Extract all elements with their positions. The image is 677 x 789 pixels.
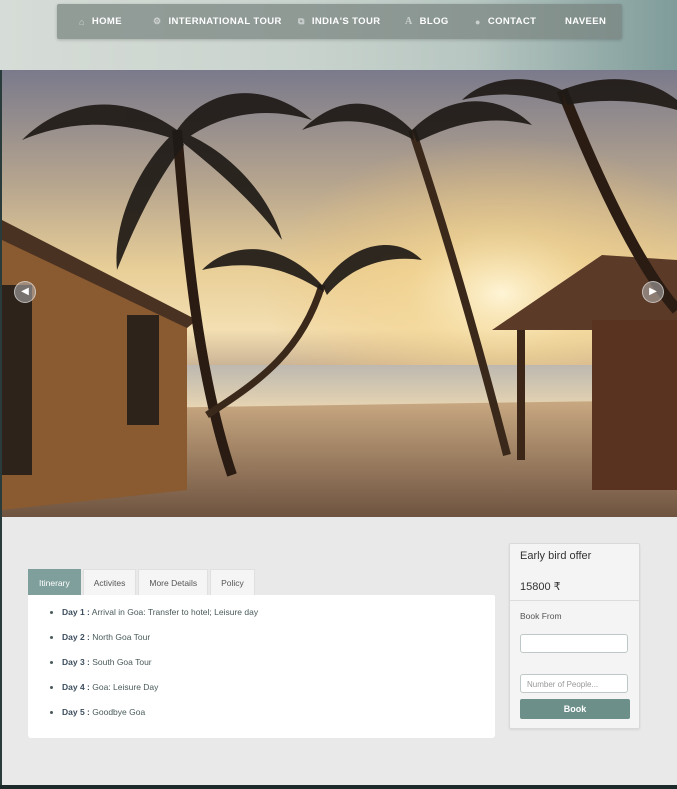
divider	[510, 600, 639, 601]
nav-contact-label: CONTACT	[487, 16, 537, 27]
nav-home-label: HOME	[91, 16, 122, 27]
book-from-date-input[interactable]	[520, 634, 628, 653]
tab-activities[interactable]: Activites	[82, 569, 137, 596]
day-label: Day 3 :	[62, 657, 90, 667]
home-icon: ⌂	[79, 16, 85, 27]
carousel-prev-button[interactable]: ◀	[14, 281, 36, 303]
day-label: Day 2 :	[62, 632, 90, 642]
gears-icon: ⚙	[153, 16, 162, 26]
list-item: Day 5 : Goodbye Goa	[62, 703, 495, 728]
day-text: South Goa Tour	[92, 657, 152, 667]
book-button[interactable]: Book	[520, 699, 630, 719]
tab-itinerary[interactable]: Itinerary	[28, 569, 81, 596]
booking-card: Early bird offer 15800 ₹ Book From Numbe…	[509, 543, 640, 729]
chevron-right-icon: ▶	[649, 286, 657, 297]
nav-contact[interactable]: ● CONTACT	[475, 4, 536, 39]
day-text: Goa: Leisure Day	[92, 682, 159, 692]
nav-international-tour-label: INTERNATIONAL TOUR	[168, 16, 282, 27]
itinerary-panel: Day 1 : Arrival in Goa: Transfer to hote…	[28, 595, 495, 738]
tab-bar: Itinerary Activites More Details Policy	[28, 569, 257, 596]
nav-user-label: NAVEEN	[565, 16, 607, 27]
book-from-label: Book From	[520, 611, 562, 621]
copy-icon: ⧉	[298, 16, 305, 26]
nav-international-tour[interactable]: ⚙ INTERNATIONAL TOUR	[153, 4, 282, 39]
day-label: Day 5 :	[62, 707, 90, 717]
day-label: Day 1 :	[62, 607, 90, 617]
nav-indias-tour-label: INDIA'S TOUR	[311, 16, 381, 27]
nav-home[interactable]: ⌂ HOME	[79, 4, 122, 39]
day-label: Day 4 :	[62, 682, 90, 692]
nav-blog-label: BLOG	[419, 16, 449, 27]
nav-indias-tour[interactable]: ⧉ INDIA'S TOUR	[298, 4, 380, 39]
main-navbar: ⌂ HOME ⚙ INTERNATIONAL TOUR ⧉ INDIA'S TO…	[57, 4, 622, 39]
chat-icon: ●	[475, 16, 481, 27]
details-section: Itinerary Activites More Details Policy …	[2, 517, 677, 785]
page-bottom-edge	[0, 785, 677, 789]
tab-policy[interactable]: Policy	[210, 569, 255, 596]
number-of-people-input[interactable]: Number of People...	[520, 674, 628, 693]
beach-sunset-photo	[2, 70, 677, 517]
offer-title: Early bird offer	[520, 550, 592, 562]
font-icon: A	[405, 16, 413, 27]
itinerary-list: Day 1 : Arrival in Goa: Transfer to hote…	[28, 595, 495, 728]
day-text: Arrival in Goa: Transfer to hotel; Leisu…	[91, 607, 259, 617]
chevron-left-icon: ◀	[21, 286, 29, 297]
list-item: Day 4 : Goa: Leisure Day	[62, 678, 495, 703]
list-item: Day 1 : Arrival in Goa: Transfer to hote…	[62, 603, 495, 628]
list-item: Day 2 : North Goa Tour	[62, 628, 495, 653]
offer-price: 15800 ₹	[520, 581, 561, 593]
list-item: Day 3 : South Goa Tour	[62, 653, 495, 678]
hero-carousel: ◀ ▶	[2, 70, 677, 517]
nav-user[interactable]: NAVEEN	[565, 4, 606, 39]
nav-blog[interactable]: A BLOG	[405, 4, 449, 39]
day-text: North Goa Tour	[92, 632, 151, 642]
carousel-next-button[interactable]: ▶	[642, 281, 664, 303]
tab-more-details[interactable]: More Details	[138, 569, 209, 596]
day-text: Goodbye Goa	[92, 707, 146, 717]
